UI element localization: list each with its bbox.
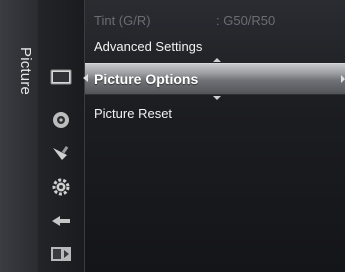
category-icon-column: [38, 0, 85, 272]
picture-icon[interactable]: [46, 64, 76, 90]
picture-reset-label: Picture Reset: [94, 106, 173, 121]
tv-menu-screen: Picture Tint (G/R): G50/R50 Advanced Se…: [0, 0, 345, 272]
advanced-settings-label: Advanced Settings: [94, 39, 203, 54]
tint-value: : G50/R50: [216, 13, 276, 28]
menu-item-tint[interactable]: Tint (G/R) : G50/R50: [85, 10, 345, 32]
menu-item-picture-reset[interactable]: Picture Reset: [85, 103, 345, 125]
up-arrow-icon: [213, 58, 221, 62]
picture-options-label: Picture Options: [94, 71, 199, 87]
tint-label: Tint (G/R): [94, 13, 151, 28]
menu-item-advanced-settings[interactable]: Advanced Settings: [85, 36, 345, 58]
input-icon[interactable]: [46, 208, 76, 234]
channel-icon[interactable]: [46, 141, 76, 167]
application-icon[interactable]: [46, 241, 76, 267]
sound-icon[interactable]: [46, 107, 76, 133]
side-tab-label: Picture: [17, 47, 34, 96]
menu-item-picture-options[interactable]: Picture Options: [83, 58, 345, 100]
setup-icon[interactable]: [46, 174, 76, 200]
side-tab[interactable]: Picture: [0, 0, 39, 272]
picture-menu: Tint (G/R) : G50/R50 Advanced Settings P…: [83, 0, 345, 272]
right-arrow-icon: [341, 75, 345, 83]
down-arrow-icon: [213, 96, 221, 100]
left-arrow-icon: [83, 74, 88, 82]
